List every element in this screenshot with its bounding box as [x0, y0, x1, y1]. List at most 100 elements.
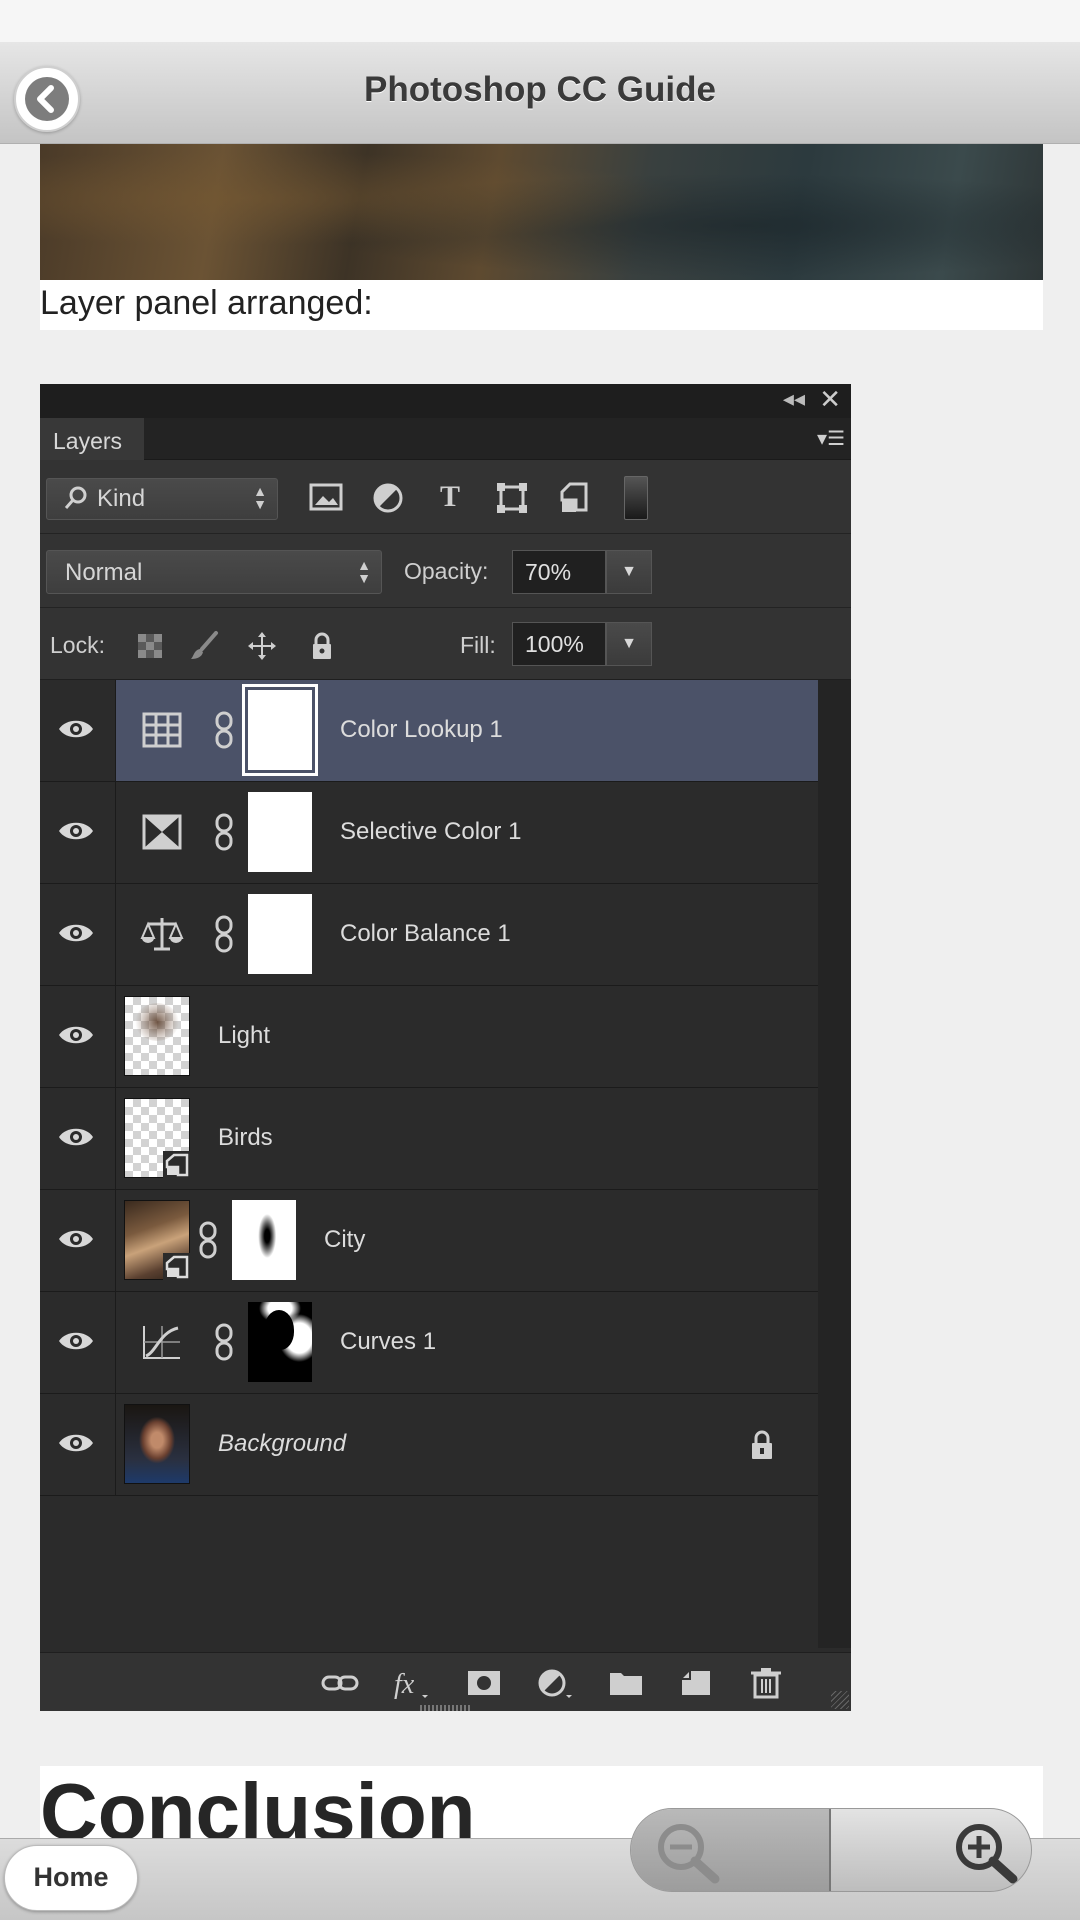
visibility-toggle[interactable]: [40, 986, 116, 1087]
chain-link-icon: [215, 915, 233, 953]
link-layers-icon[interactable]: [320, 1665, 360, 1701]
layer-row-light[interactable]: Light: [40, 986, 818, 1088]
caption-text: Layer panel arranged:: [40, 284, 373, 322]
layer-row-background[interactable]: Background: [40, 1394, 818, 1496]
zoom-in-button[interactable]: [833, 1809, 1031, 1891]
eye-icon: [59, 1230, 93, 1248]
zoom-control: [630, 1808, 1032, 1892]
color-balance-icon: [140, 918, 184, 951]
fx-icon[interactable]: fx: [390, 1665, 430, 1701]
panel-menu-icon[interactable]: ▾☰: [817, 426, 845, 451]
panel-title-bar: ◂◂ ✕: [40, 384, 851, 418]
eye-icon: [59, 924, 93, 942]
add-mask-icon[interactable]: [464, 1665, 504, 1701]
layer-mask-thumbnail[interactable]: [232, 1200, 296, 1280]
visibility-toggle[interactable]: [40, 884, 116, 985]
layer-thumbnail[interactable]: [124, 1098, 191, 1179]
lock-transparent-icon[interactable]: [134, 630, 166, 662]
lock-row: Lock: Fill: 100% ▼: [40, 608, 851, 680]
layers-scrollbar[interactable]: [818, 680, 851, 1648]
layer-name: Background: [218, 1430, 347, 1457]
close-icon[interactable]: ✕: [819, 384, 841, 415]
visibility-toggle[interactable]: [40, 680, 116, 781]
eye-icon: [59, 1026, 93, 1044]
lock-all-icon[interactable]: [306, 630, 338, 662]
blend-row: Normal ▲ ▼ Opacity: 70% ▼: [40, 534, 851, 608]
opacity-label: Opacity:: [404, 558, 489, 584]
svg-text:fx: fx: [394, 1669, 415, 1700]
opacity-dropdown-icon[interactable]: ▼: [606, 550, 652, 594]
smart-object-icon: [163, 1151, 191, 1179]
type-filter-icon[interactable]: T: [430, 480, 470, 520]
layers-list: Color Lookup 1 Selective Color 1 Color B…: [40, 680, 818, 1700]
visibility-toggle[interactable]: [40, 782, 116, 883]
layer-thumbnail[interactable]: [124, 1200, 191, 1281]
kind-filter-select[interactable]: Kind ▲ ▼: [46, 478, 278, 520]
lock-position-icon[interactable]: [246, 630, 278, 662]
zoom-out-icon: [658, 1824, 720, 1884]
select-arrows-icon: ▲ ▼: [253, 483, 267, 512]
layer-row-color-lookup-1[interactable]: Color Lookup 1: [40, 680, 818, 782]
layers-panel: ◂◂ ✕ Layers ▾☰ Kind ▲ ▼ T Normal ▲ ▼ Opa…: [40, 384, 851, 1711]
layer-row-color-balance-1[interactable]: Color Balance 1: [40, 884, 818, 986]
fill-label: Fill:: [460, 632, 496, 658]
chain-link-icon: [215, 813, 233, 851]
layer-row-selective-color-1[interactable]: Selective Color 1: [40, 782, 818, 884]
panel-resize-handle[interactable]: [831, 1691, 849, 1709]
new-adjustment-icon[interactable]: [534, 1665, 574, 1701]
layer-row-birds[interactable]: Birds: [40, 1088, 818, 1190]
status-bar: [0, 0, 1080, 42]
lock-label: Lock:: [50, 632, 105, 658]
panel-resize-grip[interactable]: [420, 1705, 472, 1711]
eye-icon: [59, 1434, 93, 1452]
visibility-toggle[interactable]: [40, 1088, 116, 1189]
fill-dropdown-icon[interactable]: ▼: [606, 622, 652, 666]
chain-link-icon: [215, 711, 233, 749]
layer-mask-thumbnail[interactable]: [248, 1302, 312, 1382]
chain-link-icon: [215, 1323, 233, 1361]
layer-row-curves-1[interactable]: Curves 1: [40, 1292, 818, 1394]
layer-name: Selective Color 1: [340, 818, 522, 845]
blend-mode-label: Normal: [65, 559, 143, 586]
delete-layer-icon[interactable]: [746, 1665, 786, 1701]
caption-container: Layer panel arranged:: [40, 280, 1043, 330]
collapse-panel-icon[interactable]: ◂◂: [783, 386, 805, 412]
visibility-toggle[interactable]: [40, 1190, 116, 1291]
layer-mask-thumbnail[interactable]: [248, 792, 312, 872]
eye-icon: [59, 1332, 93, 1350]
adjustment-filter-icon[interactable]: [368, 480, 408, 520]
layer-name: Color Balance 1: [340, 920, 511, 947]
image-filter-icon[interactable]: [306, 480, 346, 520]
new-layer-icon[interactable]: [676, 1665, 716, 1701]
filter-toggle-icon[interactable]: [624, 476, 648, 520]
layer-thumbnail[interactable]: [124, 1404, 190, 1484]
smart-object-icon: [163, 1253, 191, 1281]
select-arrows-icon: ▲ ▼: [357, 557, 371, 586]
lock-icon: [752, 1430, 772, 1459]
layer-name: City: [324, 1226, 366, 1253]
color-lookup-icon: [142, 712, 182, 748]
page-title: Photoshop CC Guide: [364, 70, 716, 109]
smart-object-filter-icon[interactable]: [554, 480, 594, 520]
home-button[interactable]: Home: [4, 1845, 138, 1911]
layer-name: Birds: [218, 1124, 273, 1151]
eye-icon: [59, 1128, 93, 1146]
blend-mode-select[interactable]: Normal ▲ ▼: [46, 550, 382, 594]
eye-icon: [59, 822, 93, 840]
opacity-field[interactable]: 70%: [512, 550, 606, 594]
layer-mask-thumbnail[interactable]: [248, 894, 312, 974]
eye-icon: [59, 720, 93, 738]
lock-brush-icon[interactable]: [188, 630, 220, 662]
filter-row: Kind ▲ ▼ T: [40, 460, 851, 534]
shape-filter-icon[interactable]: [492, 480, 532, 520]
layer-thumbnail[interactable]: [124, 996, 190, 1076]
layer-name: Light: [218, 1022, 271, 1049]
layer-row-city[interactable]: City: [40, 1190, 818, 1292]
new-group-icon[interactable]: [606, 1665, 646, 1701]
visibility-toggle[interactable]: [40, 1292, 116, 1393]
tab-layers[interactable]: Layers: [40, 418, 144, 460]
layer-mask-thumbnail[interactable]: [242, 684, 318, 776]
zoom-out-button[interactable]: [631, 1809, 831, 1891]
fill-field[interactable]: 100%: [512, 622, 606, 666]
visibility-toggle[interactable]: [40, 1394, 116, 1495]
